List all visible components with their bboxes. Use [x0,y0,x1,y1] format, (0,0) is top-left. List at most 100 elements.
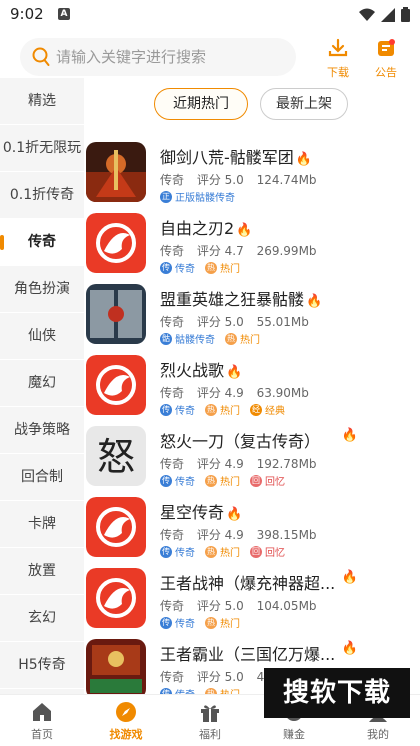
nav-mine-label: 我的 [367,728,389,741]
sidebar-item-legend[interactable]: 传奇 [0,219,84,266]
game-row[interactable]: 御剑八荒-骷髅军团 🔥 传奇 评分 5.0 124.74Mb 正正版骷髅传奇 [84,136,420,207]
nav-welfare[interactable]: 福利 [180,701,240,742]
nav-find-game[interactable]: 找游戏 [96,701,156,742]
tab-newest[interactable]: 最新上架 [260,88,348,120]
sidebar-item-idle[interactable]: 放置 [0,548,84,595]
nav-earn-label: 赚金 [283,728,305,741]
fire-icon: 🔥 [306,294,323,309]
search-bar[interactable] [20,38,296,76]
fire-icon: 🔥 [236,223,253,238]
watermark: 搜软下载 [264,668,410,718]
game-rating: 评分 5.0 [196,670,244,684]
fire-icon: 🔥 [341,428,358,443]
game-tag: 热热门 [205,403,240,417]
game-row[interactable]: 星空传奇 🔥 传奇 评分 4.9 398.15Mb 传传奇 热热门 回回忆 [84,491,420,562]
game-size: 63.90Mb [256,386,309,400]
sidebar-item-0.1-unlimited[interactable]: 0.1折无限玩 [0,125,84,172]
tag-icon: 热 [205,545,217,558]
game-size: 104.05Mb [256,599,317,613]
wifi-icon [359,8,375,21]
notice-label: 公告 [375,66,397,79]
tag-icon: 热 [205,403,217,416]
game-genre: 传奇 [160,315,185,329]
tag-icon: 正 [160,190,172,203]
sort-tabs: 近期热门 最新上架 [84,88,420,122]
fire-icon: 🔥 [226,365,243,380]
game-row[interactable]: 王者战神（爆充神器超... 🔥 传奇 评分 5.0 104.05Mb 传传奇 热… [84,562,420,633]
game-icon [86,284,146,344]
game-name: 御剑八荒-骷髅军团 [160,148,294,167]
game-tag: 热热门 [205,261,240,275]
sidebar-item-turn-based[interactable]: 回合制 [0,454,84,501]
game-rating: 评分 4.9 [196,386,244,400]
game-tag: 热热门 [205,616,240,630]
game-tag: 回回忆 [250,545,285,559]
tag-icon: 回 [250,474,262,487]
tag-icon: 热 [205,616,217,629]
nav-welfare-label: 福利 [199,728,221,741]
tag-icon: 骷 [160,332,172,345]
nav-home-label: 首页 [31,728,53,741]
game-row[interactable]: 烈火战歌 🔥 传奇 评分 4.9 63.90Mb 传传奇 热热门 经经典 [84,349,420,420]
sidebar-item-rpg[interactable]: 角色扮演 [0,266,84,313]
game-row[interactable]: 自由之刃2 🔥 传奇 评分 4.7 269.99Mb 传传奇 热热门 [84,207,420,278]
game-tag: 骷骷髅传奇 [160,332,215,346]
sidebar-item-xuanhuan[interactable]: 玄幻 [0,595,84,642]
game-name: 盟重英雄之狂暴骷髅 [160,290,305,309]
game-genre: 传奇 [160,670,185,684]
sidebar-item-card[interactable]: 卡牌 [0,501,84,548]
game-size: 124.74Mb [256,173,317,187]
game-tag: 热热门 [205,474,240,488]
tag-icon: 传 [160,474,172,487]
sidebar-item-h5-legend[interactable]: H5传奇 [0,642,84,689]
game-size: 192.78Mb [256,457,317,471]
game-rating: 评分 5.0 [196,173,244,187]
game-rating: 评分 5.0 [196,599,244,613]
tag-icon: 传 [160,616,172,629]
fire-icon: 🔥 [295,152,312,167]
nav-find-game-label: 找游戏 [109,728,143,741]
download-button[interactable]: 下载 [318,38,358,79]
tag-icon: 热 [225,332,237,345]
game-tag: 热热门 [205,545,240,559]
game-size: 398.15Mb [256,528,317,542]
sidebar-item-xianxia[interactable]: 仙侠 [0,313,84,360]
game-size: 269.99Mb [256,244,317,258]
game-size: 55.01Mb [256,315,309,329]
tag-icon: 传 [160,261,172,274]
tag-icon: 经 [250,403,262,416]
home-icon [33,703,51,721]
game-tag: 热热门 [225,332,260,346]
download-label: 下载 [327,66,349,79]
game-list: 御剑八荒-骷髅军团 🔥 传奇 评分 5.0 124.74Mb 正正版骷髅传奇 自由… [84,136,420,704]
sidebar-item-featured[interactable]: 精选 [0,78,84,125]
sidebar-item-fantasy[interactable]: 魔幻 [0,360,84,407]
game-icon [86,355,146,415]
game-genre: 传奇 [160,528,185,542]
sidebar-item-strategy[interactable]: 战争策略 [0,407,84,454]
game-name: 王者战神（爆充神器超... [160,574,336,593]
download-icon [328,38,348,57]
game-icon [86,568,146,628]
tab-recent-hot[interactable]: 近期热门 [154,88,248,120]
notice-button[interactable]: 公告 [366,38,406,79]
tag-icon: 传 [160,403,172,416]
game-name: 烈火战歌 [160,361,225,380]
game-genre: 传奇 [160,173,185,187]
game-tag: 传传奇 [160,545,195,559]
game-tag: 传传奇 [160,261,195,275]
game-genre: 传奇 [160,457,185,471]
game-rating: 评分 4.7 [196,244,244,258]
nav-home[interactable]: 首页 [12,701,72,742]
game-name: 怒火一刀（复古传奇） [160,432,321,451]
game-genre: 传奇 [160,244,185,258]
sidebar-item-0.1-legend[interactable]: 0.1折传奇 [0,172,84,219]
game-icon [86,639,146,699]
search-icon [32,47,50,66]
search-input[interactable] [56,38,292,76]
game-row[interactable]: 怒 怒火一刀（复古传奇） 🔥 传奇 评分 4.9 192.78Mb 传传奇 热热… [84,420,420,491]
game-name: 自由之刃2 [160,219,235,238]
notice-icon [378,39,395,56]
game-icon [86,142,146,202]
game-row[interactable]: 盟重英雄之狂暴骷髅 🔥 传奇 评分 5.0 55.01Mb 骷骷髅传奇 热热门 [84,278,420,349]
